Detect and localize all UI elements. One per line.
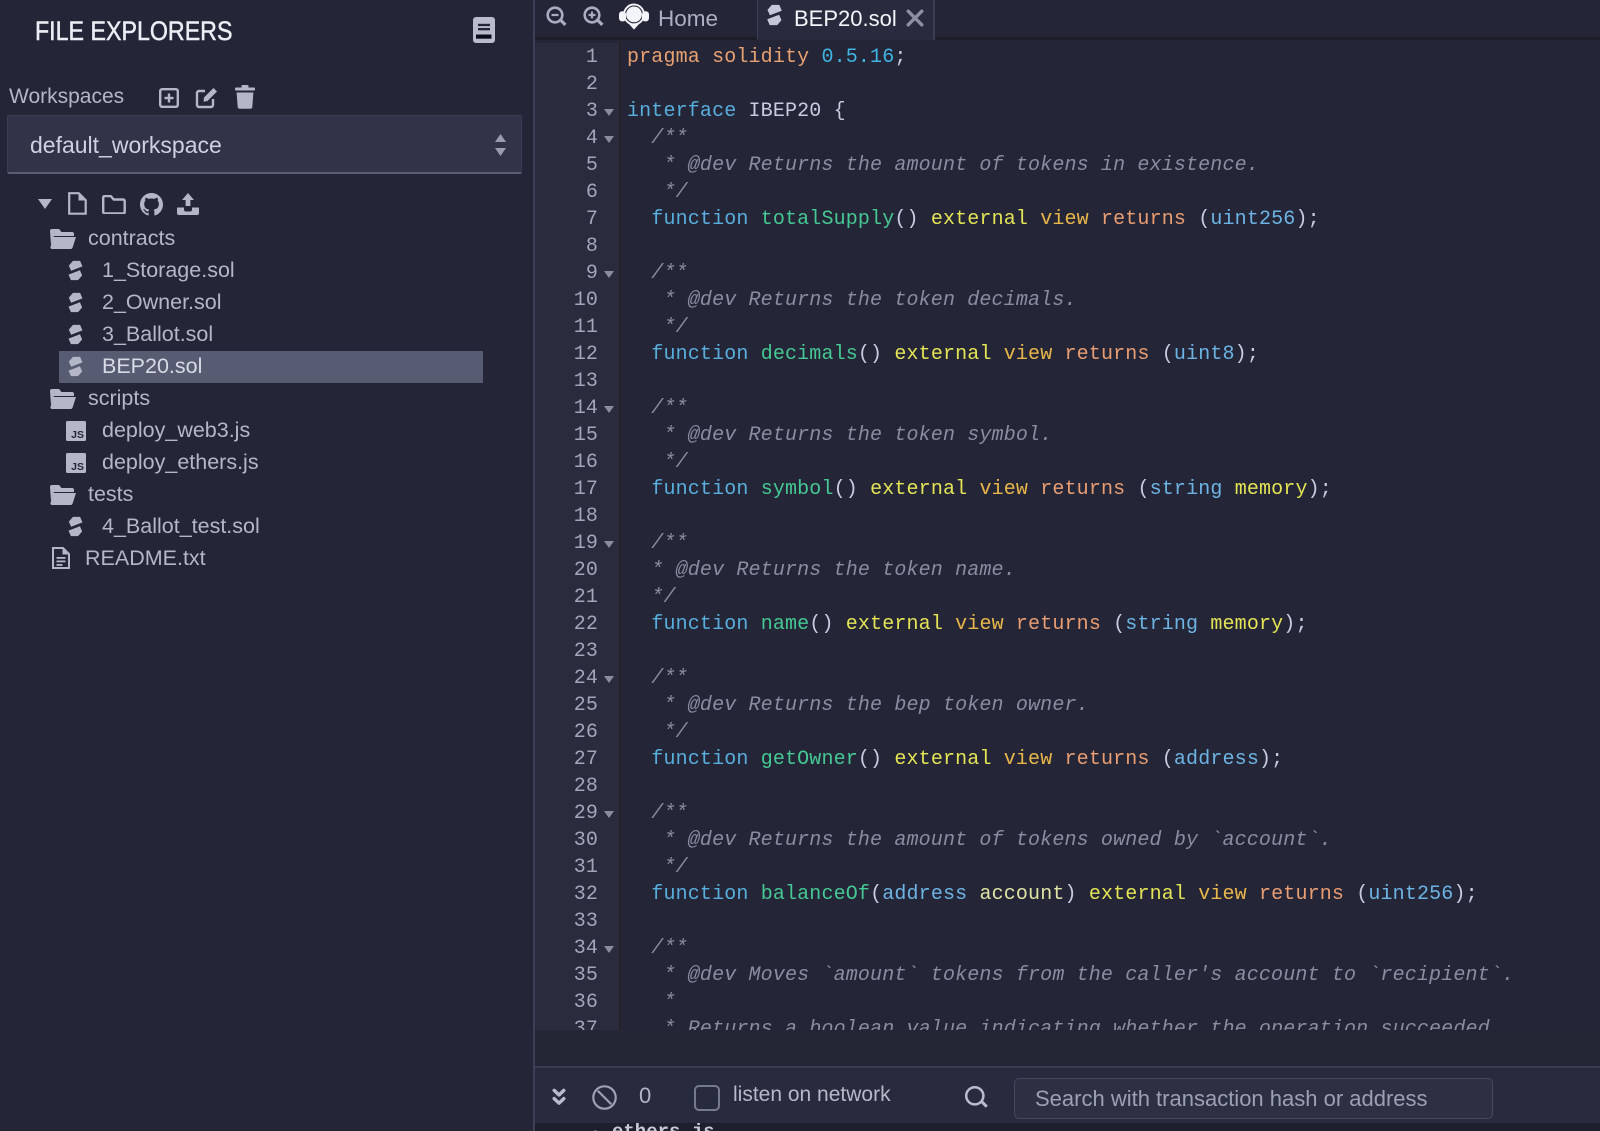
svg-text:JS: JS	[71, 461, 84, 473]
svg-text:JS: JS	[71, 429, 84, 441]
